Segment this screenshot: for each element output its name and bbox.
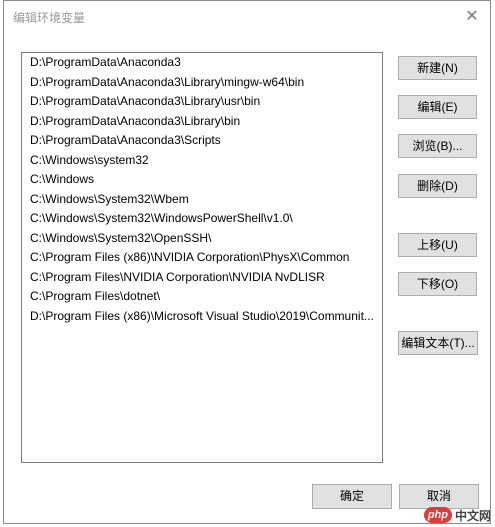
list-item[interactable]: C:\Program Files\dotnet\ — [22, 287, 382, 307]
ok-button[interactable]: 确定 — [312, 484, 392, 509]
edit-env-variable-dialog: 编辑环境变量 ✕ D:\ProgramData\Anaconda3 D:\Pro… — [3, 0, 491, 524]
list-item[interactable]: D:\ProgramData\Anaconda3\Scripts — [22, 131, 382, 151]
list-item[interactable]: C:\Windows\System32\WindowsPowerShell\v1… — [22, 209, 382, 229]
list-item[interactable]: D:\ProgramData\Anaconda3\Library\usr\bin — [22, 92, 382, 112]
list-item[interactable]: C:\Windows\System32\Wbem — [22, 190, 382, 210]
list-item[interactable]: D:\Program Files (x86)\Microsoft Visual … — [22, 307, 382, 327]
move-up-button[interactable]: 上移(U) — [398, 233, 477, 257]
list-item[interactable]: C:\Program Files\NVIDIA Corporation\NVID… — [22, 268, 382, 288]
path-list[interactable]: D:\ProgramData\Anaconda3 D:\ProgramData\… — [21, 52, 383, 463]
list-item[interactable]: C:\Program Files (x86)\NVIDIA Corporatio… — [22, 248, 382, 268]
list-item[interactable]: C:\Windows — [22, 170, 382, 190]
dialog-title: 编辑环境变量 — [13, 11, 86, 25]
delete-button[interactable]: 删除(D) — [398, 174, 477, 198]
list-item[interactable]: D:\ProgramData\Anaconda3\Library\mingw-w… — [22, 73, 382, 93]
watermark-logo: php 中文网 — [423, 506, 491, 524]
close-icon[interactable]: ✕ — [464, 9, 480, 25]
watermark-text: 中文网 — [454, 508, 491, 523]
edit-text-button[interactable]: 编辑文本(T)... — [398, 331, 478, 355]
list-item[interactable]: C:\Windows\system32 — [22, 151, 382, 171]
new-button[interactable]: 新建(N) — [398, 56, 477, 80]
browse-button[interactable]: 浏览(B)... — [398, 134, 477, 158]
list-item[interactable]: D:\ProgramData\Anaconda3\Library\bin — [22, 112, 382, 132]
move-down-button[interactable]: 下移(O) — [398, 272, 477, 296]
list-item[interactable]: D:\ProgramData\Anaconda3 — [22, 53, 382, 73]
list-item[interactable]: C:\Windows\System32\OpenSSH\ — [22, 229, 382, 249]
watermark-badge: php — [423, 507, 452, 523]
edit-button[interactable]: 编辑(E) — [398, 95, 477, 119]
